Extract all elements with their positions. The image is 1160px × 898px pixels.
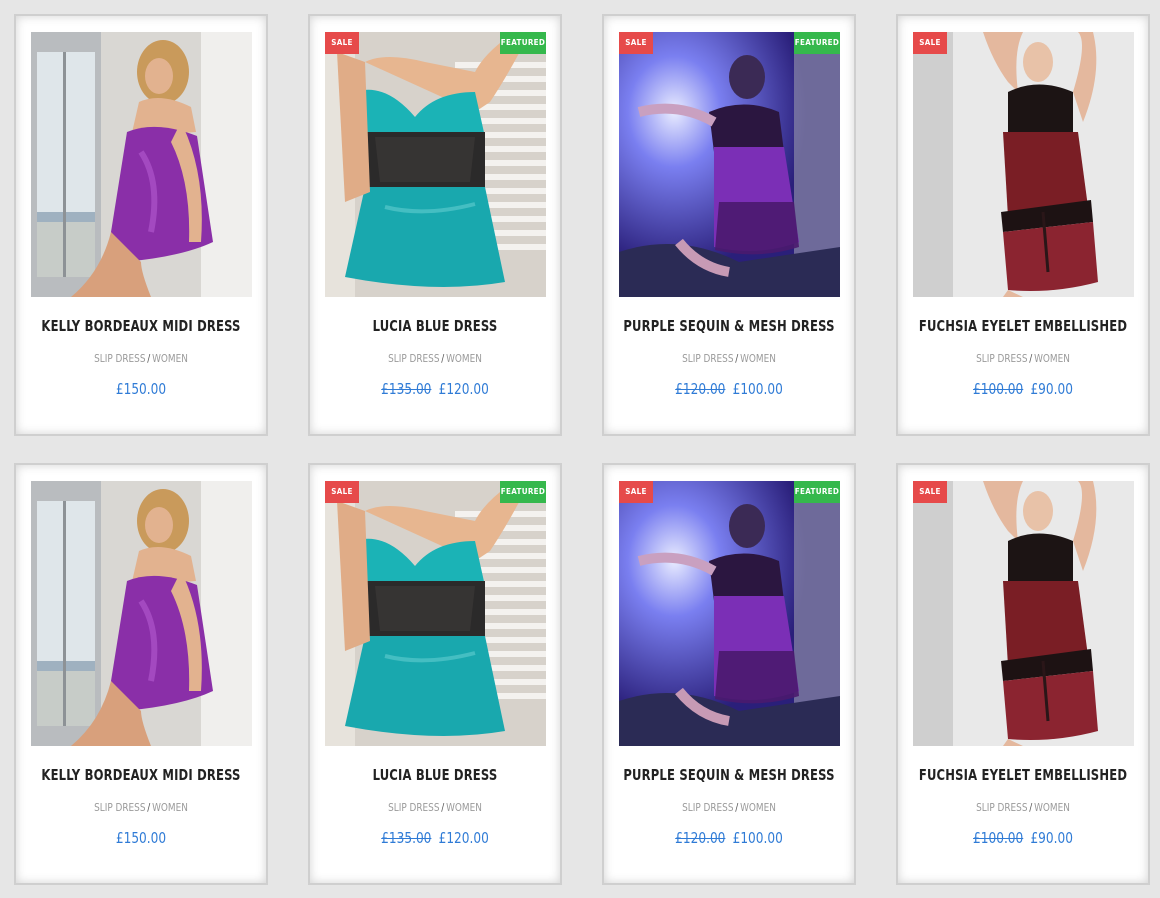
product-image[interactable] <box>31 32 252 297</box>
product-categories: SLIP DRESS / WOMEN <box>911 352 1136 365</box>
category-link[interactable]: WOMEN <box>446 801 482 814</box>
product-categories: SLIP DRESS / WOMEN <box>617 801 842 814</box>
product-categories: SLIP DRESS / WOMEN <box>29 352 254 365</box>
category-link[interactable]: WOMEN <box>740 352 776 365</box>
featured-badge: FEATURED <box>500 481 546 503</box>
category-link[interactable]: SLIP DRESS <box>682 801 733 814</box>
category-link[interactable]: WOMEN <box>446 352 482 365</box>
featured-badge: FEATURED <box>794 32 840 54</box>
sale-badge: SALE <box>325 481 359 503</box>
current-price: £150.00 <box>115 829 167 847</box>
product-categories: SLIP DRESS / WOMEN <box>911 801 1136 814</box>
featured-badge: FEATURED <box>794 481 840 503</box>
category-link[interactable]: SLIP DRESS <box>94 801 145 814</box>
current-price: £120.00 <box>438 829 489 847</box>
category-link[interactable]: WOMEN <box>1034 801 1070 814</box>
product-price: £135.00 £120.00 <box>323 829 548 847</box>
current-price: £100.00 <box>732 380 783 398</box>
product-title[interactable]: LUCIA BLUE DRESS <box>328 766 543 784</box>
product-card[interactable]: SALE FUCHSIA EYELET EMBELLISHED SLIP DRE… <box>896 463 1150 885</box>
product-card[interactable]: SALE FEATURED LUCIA BLUE DRESS SLIP DRES… <box>308 14 562 436</box>
product-title[interactable]: LUCIA BLUE DRESS <box>328 317 543 335</box>
sale-badge: SALE <box>619 481 653 503</box>
current-price: £100.00 <box>732 829 783 847</box>
product-image[interactable]: SALE <box>913 481 1134 746</box>
product-price: £120.00 £100.00 <box>617 829 842 847</box>
product-title[interactable]: KELLY BORDEAUX MIDI DRESS <box>34 317 249 335</box>
product-image[interactable]: SALE FEATURED <box>619 481 840 746</box>
product-card[interactable]: SALE FUCHSIA EYELET EMBELLISHED SLIP DRE… <box>896 14 1150 436</box>
product-categories: SLIP DRESS / WOMEN <box>323 801 548 814</box>
category-link[interactable]: SLIP DRESS <box>388 352 439 365</box>
product-card[interactable]: SALE FEATURED LUCIA BLUE DRESS SLIP DRES… <box>308 463 562 885</box>
sale-badge: SALE <box>913 481 947 503</box>
category-link[interactable]: SLIP DRESS <box>388 801 439 814</box>
product-card[interactable]: KELLY BORDEAUX MIDI DRESS SLIP DRESS / WOM… <box>14 14 268 436</box>
product-price: £135.00 £120.00 <box>323 380 548 398</box>
product-image[interactable]: SALE FEATURED <box>619 32 840 297</box>
category-link[interactable]: WOMEN <box>152 352 188 365</box>
product-image[interactable] <box>31 481 252 746</box>
product-price: £120.00 £100.00 <box>617 380 842 398</box>
product-image[interactable]: SALE <box>913 32 1134 297</box>
product-price: £100.00 £90.00 <box>911 380 1136 398</box>
product-price: £150.00 <box>29 829 254 847</box>
original-price: £100.00 <box>973 829 1024 847</box>
product-title[interactable]: FUCHSIA EYELET EMBELLISHED <box>916 766 1131 784</box>
product-title[interactable]: KELLY BORDEAUX MIDI DRESS <box>34 766 249 784</box>
product-title[interactable]: PURPLE SEQUIN & MESH DRESS <box>622 766 837 784</box>
product-image[interactable]: SALE FEATURED <box>325 32 546 297</box>
current-price: £90.00 <box>1030 829 1073 847</box>
featured-badge: FEATURED <box>500 32 546 54</box>
current-price: £150.00 <box>115 380 167 398</box>
category-link[interactable]: WOMEN <box>740 801 776 814</box>
category-link[interactable]: WOMEN <box>1034 352 1070 365</box>
product-categories: SLIP DRESS / WOMEN <box>617 352 842 365</box>
product-image[interactable]: SALE FEATURED <box>325 481 546 746</box>
product-title[interactable]: FUCHSIA EYELET EMBELLISHED <box>916 317 1131 335</box>
product-price: £150.00 <box>29 380 254 398</box>
original-price: £135.00 <box>381 380 432 398</box>
original-price: £120.00 <box>675 829 726 847</box>
category-link[interactable]: SLIP DRESS <box>94 352 145 365</box>
original-price: £100.00 <box>973 380 1024 398</box>
original-price: £135.00 <box>381 829 432 847</box>
product-card[interactable]: KELLY BORDEAUX MIDI DRESS SLIP DRESS / WOM… <box>14 463 268 885</box>
category-link[interactable]: SLIP DRESS <box>682 352 733 365</box>
current-price: £120.00 <box>438 380 489 398</box>
product-price: £100.00 £90.00 <box>911 829 1136 847</box>
category-link[interactable]: SLIP DRESS <box>976 801 1027 814</box>
current-price: £90.00 <box>1030 380 1073 398</box>
product-categories: SLIP DRESS / WOMEN <box>29 801 254 814</box>
category-link[interactable]: WOMEN <box>152 801 188 814</box>
product-categories: SLIP DRESS / WOMEN <box>323 352 548 365</box>
category-link[interactable]: SLIP DRESS <box>976 352 1027 365</box>
sale-badge: SALE <box>913 32 947 54</box>
sale-badge: SALE <box>619 32 653 54</box>
product-card[interactable]: SALE FEATURED PURPLE SEQUIN & MESH DRESS… <box>602 463 856 885</box>
sale-badge: SALE <box>325 32 359 54</box>
product-title[interactable]: PURPLE SEQUIN & MESH DRESS <box>622 317 837 335</box>
original-price: £120.00 <box>675 380 726 398</box>
product-card[interactable]: SALE FEATURED PURPLE SEQUIN & MESH DRESS… <box>602 14 856 436</box>
